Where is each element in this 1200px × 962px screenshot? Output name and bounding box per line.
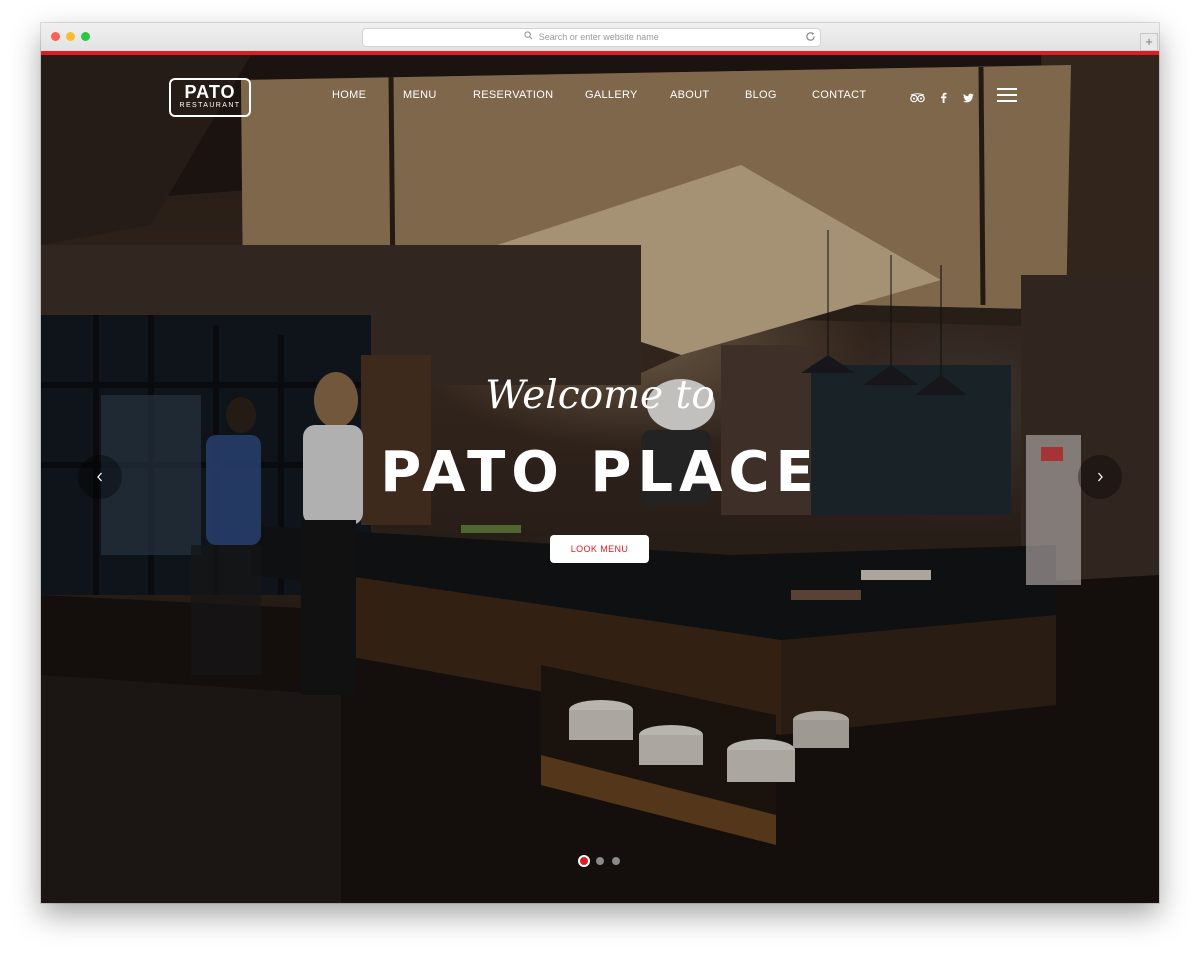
nav-contact[interactable]: CONTACT xyxy=(812,89,866,101)
look-menu-button[interactable]: LOOK MENU xyxy=(550,535,649,563)
slider-dot-2[interactable] xyxy=(596,857,604,865)
address-bar[interactable]: Search or enter website name xyxy=(362,28,821,47)
hero-title: PATO PLACE xyxy=(380,440,820,505)
hero-slider: PATO RESTAURANT HOME MENU RESERVATION GA… xyxy=(41,55,1159,903)
hero-welcome-text: Welcome to xyxy=(485,373,715,418)
reload-icon[interactable] xyxy=(805,31,816,48)
slider-dot-1[interactable] xyxy=(578,855,590,867)
logo-name: PATO xyxy=(184,82,236,102)
slider-dot-3[interactable] xyxy=(612,857,620,865)
slider-next-button[interactable] xyxy=(1078,455,1122,499)
nav-home[interactable]: HOME xyxy=(332,89,366,101)
address-placeholder: Search or enter website name xyxy=(538,32,659,42)
browser-window: Search or enter website name + PATO REST… xyxy=(41,23,1159,903)
chevron-left-icon xyxy=(97,472,102,482)
minimize-window-button[interactable] xyxy=(66,32,75,41)
site-logo[interactable]: PATO RESTAURANT xyxy=(169,78,251,117)
slider-prev-button[interactable] xyxy=(78,455,122,499)
logo-subtitle: RESTAURANT xyxy=(179,102,241,109)
twitter-icon[interactable] xyxy=(963,90,974,108)
nav-about[interactable]: ABOUT xyxy=(670,89,709,101)
nav-blog[interactable]: BLOG xyxy=(745,89,777,101)
slider-pagination xyxy=(578,855,624,867)
browser-titlebar: Search or enter website name + xyxy=(41,23,1159,52)
new-tab-button[interactable]: + xyxy=(1140,33,1158,51)
chevron-right-icon xyxy=(1098,472,1103,482)
nav-reservation[interactable]: RESERVATION xyxy=(473,89,553,101)
search-icon xyxy=(524,29,533,46)
nav-gallery[interactable]: GALLERY xyxy=(585,89,638,101)
nav-menu[interactable]: MENU xyxy=(403,89,437,101)
close-window-button[interactable] xyxy=(51,32,60,41)
tripadvisor-icon[interactable] xyxy=(910,90,925,108)
zoom-window-button[interactable] xyxy=(81,32,90,41)
facebook-icon[interactable] xyxy=(940,90,947,108)
hamburger-menu-icon[interactable] xyxy=(997,88,1017,102)
